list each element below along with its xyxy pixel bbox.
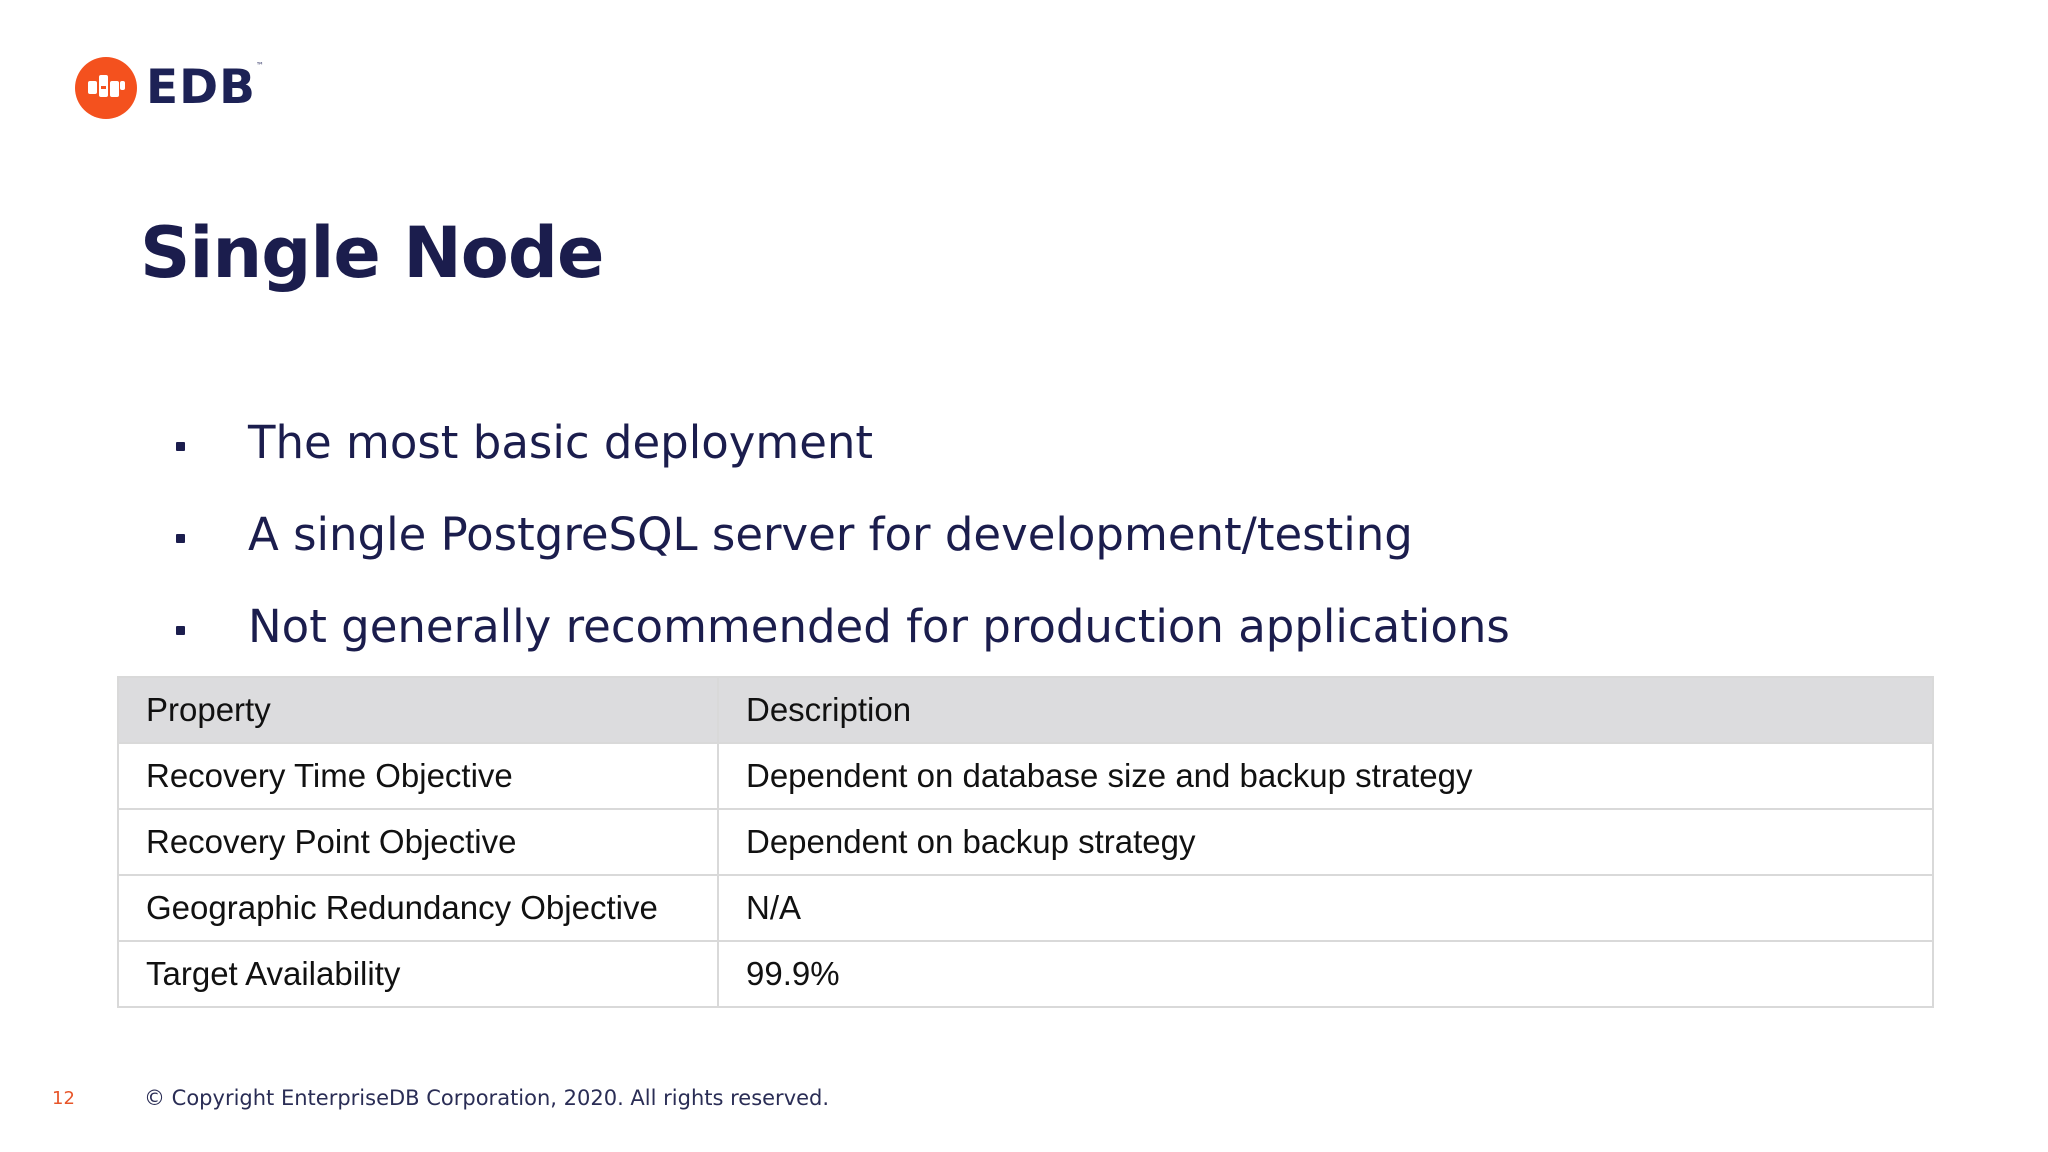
bullet-item: The most basic deployment <box>170 396 1510 488</box>
edb-logo: EDB ™ <box>74 56 264 120</box>
trademark-symbol: ™ <box>255 61 264 70</box>
description-cell: Dependent on database size and backup st… <box>717 742 1934 810</box>
table-row: Geographic Redundancy Objective N/A <box>117 874 1934 942</box>
description-cell: N/A <box>717 874 1934 942</box>
description-cell: Dependent on backup strategy <box>717 808 1934 876</box>
page-number: 12 <box>52 1088 75 1109</box>
table-header-row: Property Description <box>117 676 1934 744</box>
table-row: Recovery Point Objective Dependent on ba… <box>117 808 1934 876</box>
bullet-marker <box>176 533 185 543</box>
table-row: Recovery Time Objective Dependent on dat… <box>117 742 1934 810</box>
property-cell: Geographic Redundancy Objective <box>117 874 719 942</box>
properties-table: Property Description Recovery Time Objec… <box>117 676 1934 1008</box>
bullet-marker <box>176 441 185 451</box>
property-cell: Recovery Time Objective <box>117 742 719 810</box>
column-header-description: Description <box>717 676 1934 744</box>
bullet-text: A single PostgreSQL server for developme… <box>248 507 1413 561</box>
edb-wordmark-text: EDB <box>146 60 256 115</box>
edb-wordmark: EDB ™ <box>146 56 264 120</box>
edb-elephant-icon <box>75 57 137 119</box>
description-cell: 99.9% <box>717 940 1934 1008</box>
bullet-marker <box>176 625 185 635</box>
bullet-list: The most basic deployment A single Postg… <box>170 396 1510 672</box>
bullet-text: Not generally recommended for production… <box>248 599 1510 653</box>
bullet-text: The most basic deployment <box>248 415 874 469</box>
slide: EDB ™ Single Node The most basic deploym… <box>0 0 2048 1152</box>
column-header-property: Property <box>117 676 719 744</box>
bullet-item: Not generally recommended for production… <box>170 580 1510 672</box>
table-row: Target Availability 99.9% <box>117 940 1934 1008</box>
property-cell: Recovery Point Objective <box>117 808 719 876</box>
property-cell: Target Availability <box>117 940 719 1008</box>
bullet-item: A single PostgreSQL server for developme… <box>170 488 1510 580</box>
slide-title: Single Node <box>140 212 604 294</box>
copyright-notice: © Copyright EnterpriseDB Corporation, 20… <box>144 1086 830 1110</box>
